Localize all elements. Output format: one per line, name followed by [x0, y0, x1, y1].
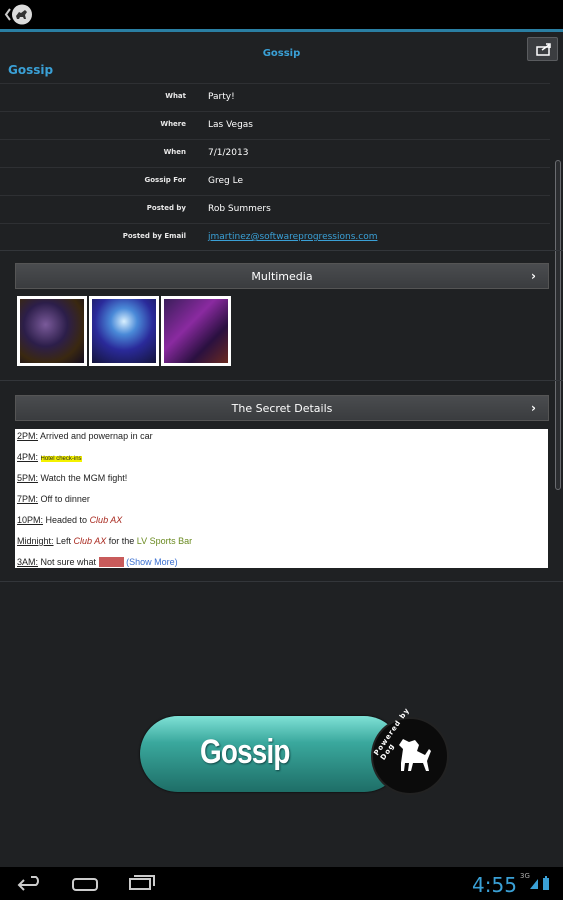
field-row-posted-by: Posted by Rob Summers: [0, 195, 550, 223]
gossip-button[interactable]: Gossip: [140, 716, 402, 792]
show-more-link[interactable]: (Show More): [126, 557, 178, 567]
detail-time: 7PM:: [17, 494, 39, 504]
share-button[interactable]: [527, 37, 558, 61]
action-bar: [0, 0, 563, 32]
photo-thumbnail-image: [20, 299, 84, 363]
field-label: Gossip For: [144, 176, 187, 184]
detail-time: 2PM:: [17, 431, 39, 441]
detail-venue: Club AX: [89, 515, 123, 525]
gossip-button-label: Gossip: [200, 733, 290, 771]
detail-line: 10PM: Headed to Club AX: [17, 515, 122, 525]
field-value: Party!: [208, 92, 235, 102]
detail-time: 3AM:: [17, 557, 39, 567]
detail-text: Off to dinner: [38, 494, 90, 504]
multimedia-header[interactable]: Multimedia ›: [15, 263, 549, 289]
secret-details-title: The Secret Details: [231, 402, 333, 415]
detail-line: 3AM: Not sure what happe (Show More): [17, 557, 178, 567]
detail-text: for the: [106, 536, 137, 546]
detail-time: 4PM:: [17, 452, 39, 462]
photo-thumbnail-image: [164, 299, 228, 363]
scrollbar[interactable]: [555, 160, 561, 490]
battery-icon: [543, 876, 549, 890]
chevron-right-icon: ›: [531, 269, 536, 283]
powered-by-badge: Powered by Dog: [371, 706, 449, 795]
divider: [0, 250, 563, 251]
detail-redacted: happe: [98, 557, 124, 567]
recent-apps-icon[interactable]: [129, 875, 155, 890]
detail-text: Arrived and powernap in car: [38, 431, 153, 441]
chevron-right-icon: ›: [531, 401, 536, 415]
home-icon[interactable]: [72, 878, 98, 891]
app-back-icon[interactable]: [4, 3, 34, 26]
field-row-when: When 7/1/2013: [0, 139, 550, 167]
detail-text: Watch the MGM fight!: [38, 473, 128, 483]
email-link[interactable]: jmartinez@softwareprogressions.com: [208, 232, 377, 242]
system-nav-bar: 4:55 3G: [0, 867, 563, 900]
detail-line: 7PM: Off to dinner: [17, 494, 90, 504]
page-title: Gossip: [262, 48, 301, 59]
back-icon[interactable]: [17, 876, 39, 891]
network-type: 3G: [520, 872, 530, 880]
field-row-what: What Party!: [0, 83, 550, 111]
field-label: What: [165, 92, 186, 100]
media-thumbnail[interactable]: [161, 296, 231, 366]
media-thumbnail[interactable]: [17, 296, 87, 366]
divider: [0, 380, 563, 381]
detail-highlight: Hotel check-ins: [40, 456, 82, 462]
field-label: Posted by: [146, 204, 186, 212]
secret-details-header[interactable]: The Secret Details ›: [15, 395, 549, 421]
field-label: Posted by Email: [122, 232, 186, 240]
detail-venue: Club AX: [73, 536, 107, 546]
section-title: Gossip: [8, 63, 54, 77]
field-value: Rob Summers: [208, 204, 271, 214]
detail-line: 4PM: Hotel check-ins: [17, 452, 82, 462]
field-row-gossip-for: Gossip For Greg Le: [0, 167, 550, 195]
secret-details-content: 2PM: Arrived and powernap in car 4PM: Ho…: [15, 429, 548, 568]
field-label: Where: [160, 120, 186, 128]
detail-venue: LV Sports Bar: [136, 536, 193, 546]
field-value: Greg Le: [208, 176, 243, 186]
detail-line: Midnight: Left Club AX for the LV Sports…: [17, 536, 192, 546]
field-row-posted-email: Posted by Email jmartinez@softwareprogre…: [0, 223, 550, 251]
detail-text: Headed to: [43, 515, 90, 525]
status-clock: 4:55: [472, 873, 517, 897]
divider: [0, 581, 563, 582]
share-icon: [536, 43, 551, 56]
field-row-where: Where Las Vegas: [0, 111, 550, 139]
multimedia-title: Multimedia: [251, 270, 313, 283]
detail-line: 2PM: Arrived and powernap in car: [17, 431, 153, 441]
field-label: When: [163, 148, 186, 156]
field-value: 7/1/2013: [208, 148, 249, 158]
field-value: Las Vegas: [208, 120, 253, 130]
signal-icon: [530, 879, 538, 889]
photo-thumbnail-image: [92, 299, 156, 363]
detail-time: Midnight:: [17, 536, 54, 546]
media-thumbnail[interactable]: [89, 296, 159, 366]
detail-line: 5PM: Watch the MGM fight!: [17, 473, 127, 483]
detail-text: Left: [53, 536, 74, 546]
detail-time: 10PM:: [17, 515, 44, 525]
detail-text: Not sure what: [38, 557, 99, 567]
detail-time: 5PM:: [17, 473, 39, 483]
